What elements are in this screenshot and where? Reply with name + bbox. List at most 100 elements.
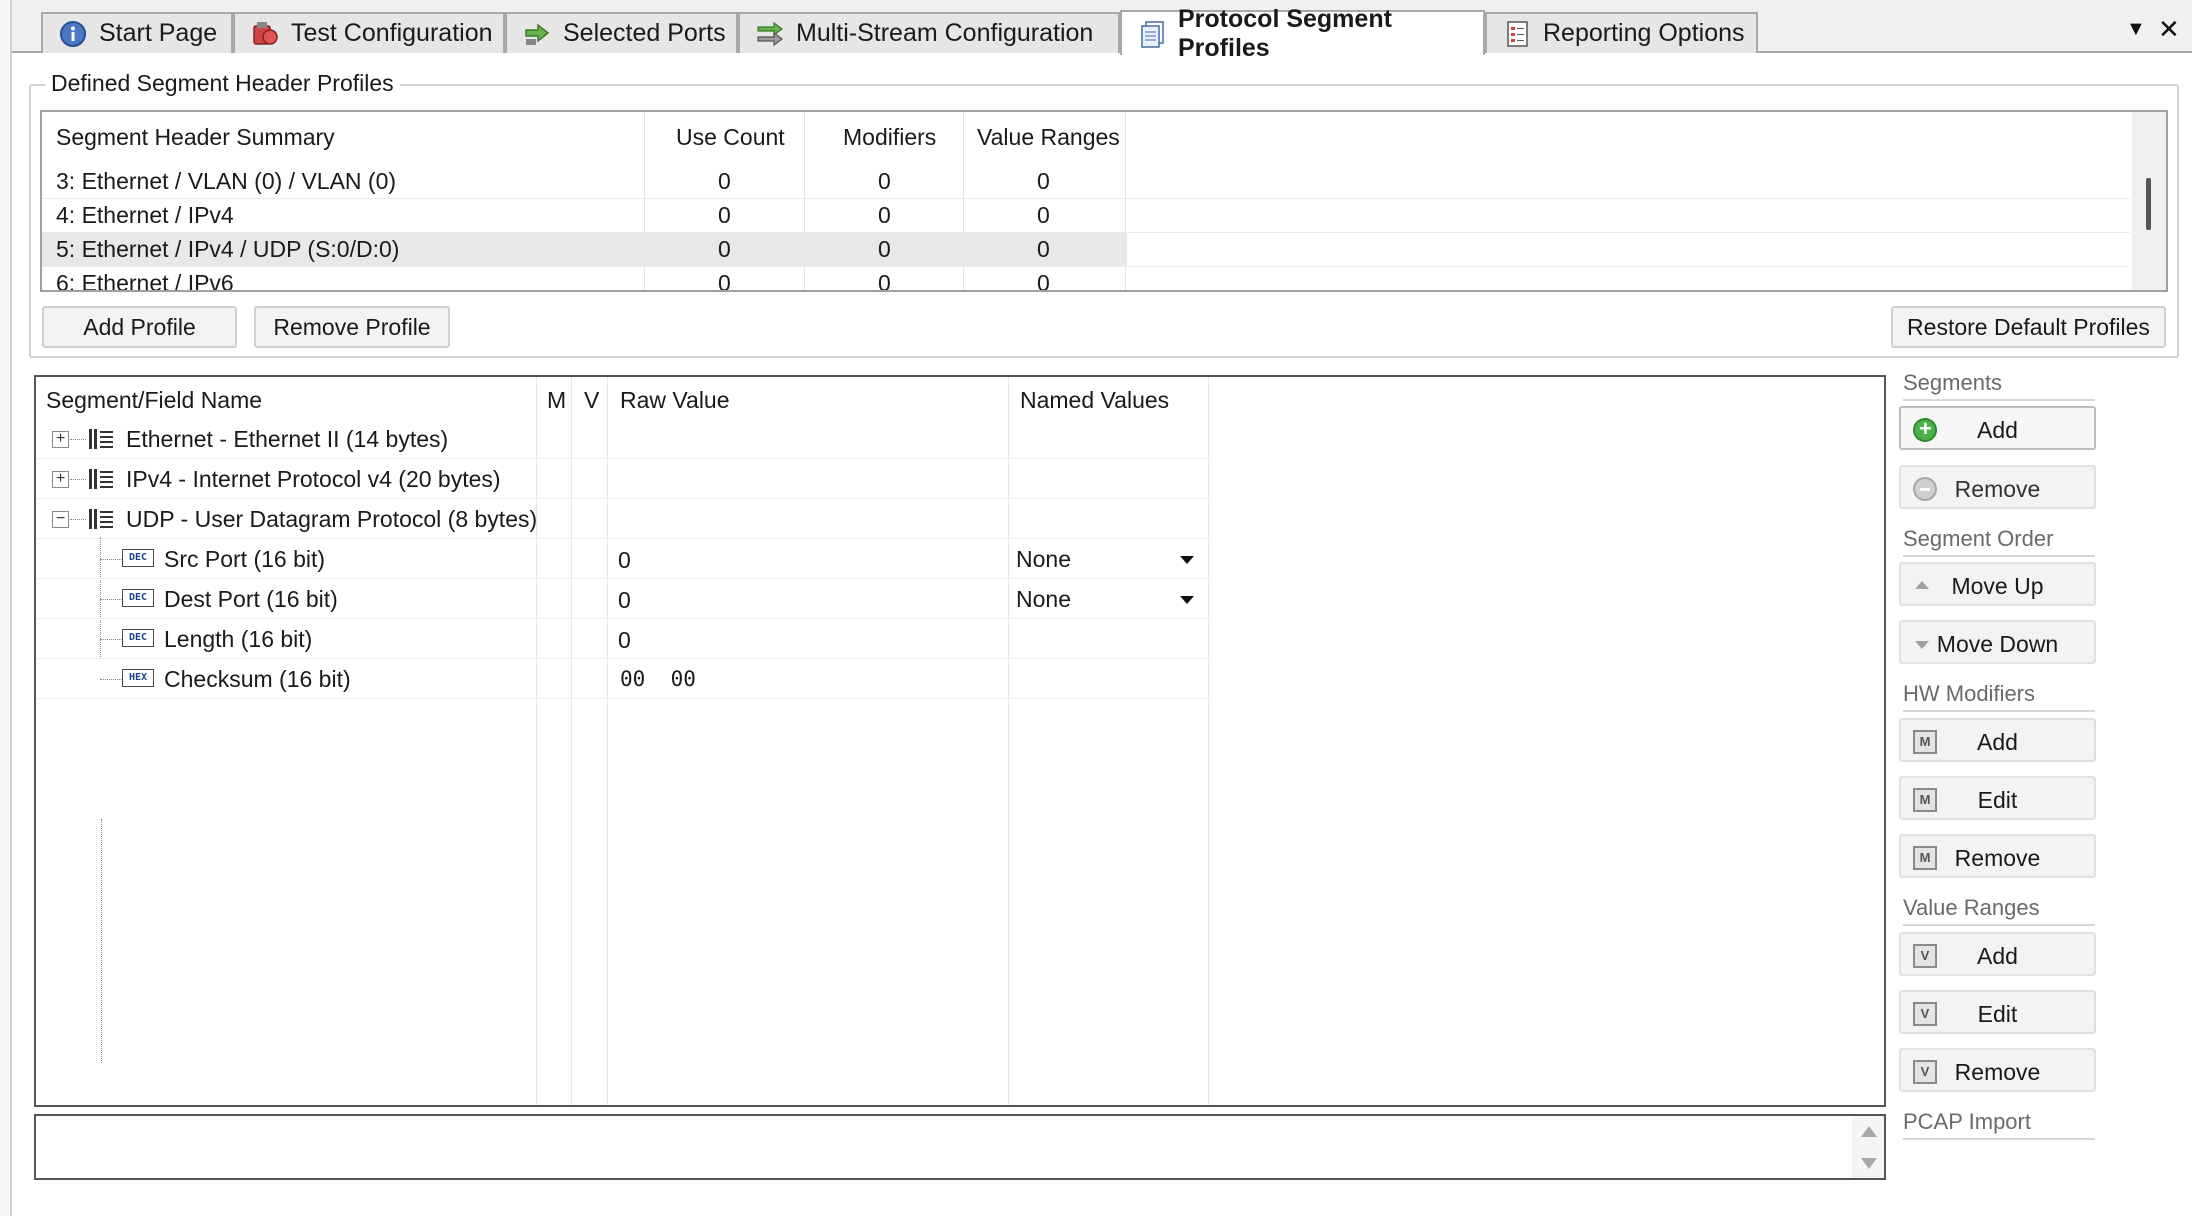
profile-use-count: 0 — [718, 202, 731, 228]
tab-label: Reporting Options — [1543, 19, 1745, 47]
move-down-button[interactable]: Move Down — [1899, 620, 2096, 664]
profiles-list-header: Segment Header Summary Use Count Modifie… — [42, 112, 2166, 158]
field-name: Dest Port (16 bit) — [164, 586, 338, 612]
segments-section-title: Segments — [1903, 370, 2095, 401]
tab-reporting-options[interactable]: Reporting Options — [1485, 12, 1758, 53]
profile-modifiers: 0 — [878, 202, 891, 228]
remove-profile-button[interactable]: Remove Profile — [254, 306, 450, 348]
remove-hw-modifier-button[interactable]: M Remove — [1899, 834, 2096, 878]
tree-field-row[interactable]: DEC Src Port (16 bit) 0 None — [36, 539, 1212, 579]
col-header-v[interactable]: V — [584, 387, 599, 414]
tree-field-row[interactable]: DEC Dest Port (16 bit) 0 None — [36, 579, 1212, 619]
col-header-field-name[interactable]: Segment/Field Name — [46, 387, 262, 414]
profile-modifiers: 0 — [878, 236, 891, 262]
add-profile-button[interactable]: Add Profile — [42, 306, 237, 348]
remove-segment-button[interactable]: Remove — [1899, 465, 2096, 509]
tab-label: Protocol Segment Profiles — [1178, 4, 1392, 62]
tab-test-configuration[interactable]: Test Configuration — [233, 12, 505, 53]
col-header-summary[interactable]: Segment Header Summary — [56, 124, 335, 151]
pcap-import-section-title: PCAP Import — [1903, 1109, 2095, 1140]
profile-row-selected[interactable]: 5: Ethernet / IPv4 / UDP (S:0/D:0) 0 0 0 — [42, 232, 1127, 266]
scroll-up-icon[interactable] — [1861, 1126, 1877, 1137]
chevron-down-icon[interactable] — [1180, 596, 1194, 604]
value-ranges-section-title: Value Ranges — [1903, 895, 2095, 926]
add-hw-modifier-button[interactable]: M Add — [1899, 718, 2096, 762]
segment-icon — [88, 428, 114, 450]
profile-use-count: 0 — [718, 270, 731, 292]
dec-field-icon: DEC — [122, 549, 154, 567]
add-segment-button[interactable]: Add — [1899, 406, 2096, 450]
chevron-down-icon[interactable] — [1180, 556, 1194, 564]
col-header-named-values[interactable]: Named Values — [1020, 387, 1169, 414]
scroll-down-icon[interactable] — [1861, 1158, 1877, 1169]
profile-row[interactable]: 6: Ethernet / IPv6 0 0 0 — [42, 266, 1127, 292]
profile-value-ranges: 0 — [1037, 202, 1050, 228]
expand-icon[interactable]: + — [52, 471, 69, 488]
edit-value-range-button[interactable]: V Edit — [1899, 990, 2096, 1034]
col-header-modifiers[interactable]: Modifiers — [843, 124, 936, 151]
field-name: Checksum (16 bit) — [164, 666, 351, 692]
tree-segment-row[interactable]: − UDP - User Datagram Protocol (8 bytes) — [36, 499, 1212, 539]
edit-hw-modifier-button[interactable]: M Edit — [1899, 776, 2096, 820]
named-value-select[interactable]: None — [1016, 546, 1071, 573]
profile-modifiers: 0 — [878, 168, 891, 194]
profile-use-count: 0 — [718, 236, 731, 262]
profile-summary: 6: Ethernet / IPv6 — [56, 270, 234, 292]
segment-icon — [88, 508, 114, 530]
description-scrollbar[interactable] — [1852, 1116, 1884, 1178]
profile-summary: 4: Ethernet / IPv4 — [56, 202, 234, 228]
profiles-icon — [1138, 20, 1166, 48]
col-header-use-count[interactable]: Use Count — [676, 124, 785, 151]
col-header-raw-value[interactable]: Raw Value — [620, 387, 730, 414]
tab-selected-ports[interactable]: Selected Ports — [505, 12, 738, 53]
tree-segment-row[interactable]: + IPv4 - Internet Protocol v4 (20 bytes) — [36, 459, 1212, 499]
field-raw-value[interactable]: 0 — [618, 587, 631, 614]
profiles-list[interactable]: Segment Header Summary Use Count Modifie… — [40, 110, 2168, 292]
restore-default-profiles-button[interactable]: Restore Default Profiles — [1891, 306, 2166, 348]
report-icon — [1503, 20, 1531, 48]
tree-header: Segment/Field Name M V Raw Value Named V… — [36, 377, 1884, 419]
tab-multi-stream-configuration[interactable]: Multi-Stream Configuration — [738, 12, 1120, 53]
tab-protocol-segment-profiles[interactable]: Protocol Segment Profiles — [1120, 5, 1485, 62]
scrollbar-thumb[interactable] — [2146, 178, 2151, 230]
remove-value-range-button[interactable]: V Remove — [1899, 1048, 2096, 1092]
add-value-range-button[interactable]: V Add — [1899, 932, 2096, 976]
left-border — [0, 0, 12, 1216]
profile-row[interactable]: 4: Ethernet / IPv4 0 0 0 — [42, 198, 1127, 232]
named-value-select[interactable]: None — [1016, 586, 1071, 613]
tab-label: Test Configuration — [291, 19, 493, 47]
profile-summary: 5: Ethernet / IPv4 / UDP (S:0/D:0) — [56, 236, 400, 262]
field-raw-value[interactable]: 00 00 — [620, 667, 696, 691]
tab-label: Start Page — [99, 19, 218, 47]
profile-row[interactable]: 3: Ethernet / VLAN (0) / VLAN (0) 0 0 0 — [42, 164, 1127, 198]
group-title: Defined Segment Header Profiles — [45, 70, 400, 97]
field-raw-value[interactable]: 0 — [618, 627, 631, 654]
close-tab-icon[interactable]: ✕ — [2158, 14, 2180, 45]
segment-order-section-title: Segment Order — [1903, 526, 2095, 557]
tab-start-page[interactable]: Start Page — [41, 12, 233, 53]
tree-field-row[interactable]: DEC Length (16 bit) 0 — [36, 619, 1212, 659]
profiles-list-scrollbar[interactable] — [2132, 112, 2166, 290]
move-up-button[interactable]: Move Up — [1899, 562, 2096, 606]
segment-icon — [88, 468, 114, 490]
collapse-icon[interactable]: − — [52, 511, 69, 528]
test-config-icon — [251, 20, 279, 48]
segment-name: UDP - User Datagram Protocol (8 bytes) — [126, 506, 538, 532]
segment-name: IPv4 - Internet Protocol v4 (20 bytes) — [126, 466, 501, 492]
segment-name: Ethernet - Ethernet II (14 bytes) — [126, 426, 449, 452]
col-header-value-ranges[interactable]: Value Ranges — [977, 124, 1120, 151]
tab-label: Multi-Stream Configuration — [796, 19, 1094, 47]
expand-icon[interactable]: + — [52, 431, 69, 448]
segment-field-tree[interactable]: Segment/Field Name M V Raw Value Named V… — [34, 375, 1886, 1107]
tree-field-row[interactable]: HEX Checksum (16 bit) 00 00 — [36, 659, 1212, 699]
field-name: Src Port (16 bit) — [164, 546, 326, 572]
description-textbox[interactable] — [34, 1114, 1886, 1180]
tab-list-dropdown-icon[interactable]: ▼ — [2126, 18, 2146, 41]
hex-field-icon: HEX — [122, 669, 154, 687]
tree-segment-row[interactable]: + Ethernet - Ethernet II (14 bytes) — [36, 419, 1212, 459]
field-name: Length (16 bit) — [164, 626, 313, 652]
profile-modifiers: 0 — [878, 270, 891, 292]
col-header-m[interactable]: M — [547, 387, 566, 414]
field-raw-value[interactable]: 0 — [618, 547, 631, 574]
multistream-icon — [756, 20, 784, 48]
